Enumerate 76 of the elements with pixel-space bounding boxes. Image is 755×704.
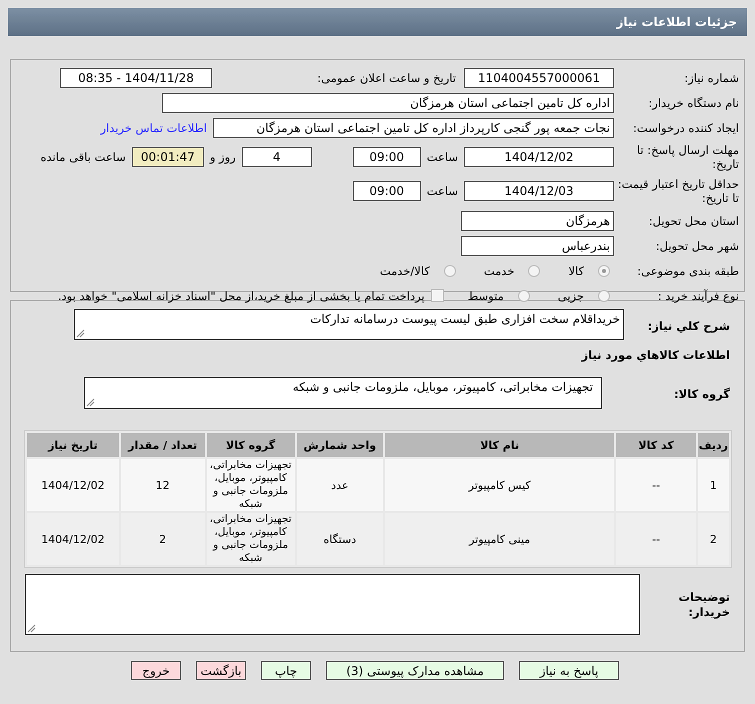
radio-option[interactable]: کالا/خدمت (380, 264, 460, 278)
field-label: طبقه بندی موضوعی: (636, 264, 740, 278)
input-field[interactable]: بندرعباس (461, 236, 614, 256)
table-cell: کیس کامپیوتر (384, 459, 614, 511)
table-cell: 1404/12/02 (27, 459, 119, 511)
radio-icon[interactable] (598, 290, 610, 302)
input-field[interactable]: 1104004557000061 (464, 68, 614, 88)
section-heading: اطلاعات کالاهاي مورد نياز (580, 347, 730, 364)
resize-grip-icon[interactable] (76, 329, 85, 338)
table-cell: مینی کامپیوتر (384, 513, 614, 565)
radio-option[interactable]: کالا (568, 264, 614, 278)
goods-group-textarea[interactable]: تجهیزات مخابراتی، کامپیوتر، موبایل، ملزومات جانبی و شبکه (84, 377, 602, 409)
radio-icon[interactable] (598, 264, 610, 276)
field-label: توضیحات خریدار: (678, 589, 730, 620)
resize-grip-icon[interactable] (27, 624, 36, 633)
table-cell: 1404/12/02 (27, 513, 119, 565)
input-field[interactable]: نجات جمعه پور گنجی کارپرداز اداره کل تامین اجتماعی استان هرمزگان (213, 118, 614, 138)
resize-grip-icon[interactable] (86, 398, 95, 407)
countdown-field: 00:01:47 (132, 147, 204, 167)
table-cell: دستگاه (296, 513, 383, 565)
field-label: شهر محل تحویل: (654, 238, 740, 252)
field-label: ساعت (426, 150, 459, 164)
field-label: روز و (208, 150, 237, 164)
field-label: حداقل تاریخ اعتبار قیمت: تا تاریخ: (616, 177, 740, 205)
table-cell: -- (616, 513, 696, 565)
page-title: جزئیات اطلاعات نیاز (616, 15, 737, 29)
field-label: تاریخ و ساعت اعلان عمومی: (316, 70, 457, 84)
column-header: ردیف (698, 433, 729, 457)
radio-option[interactable]: خدمت (484, 264, 544, 278)
action-button[interactable]: پاسخ به نیاز (519, 661, 619, 680)
table-cell: 12 (120, 459, 205, 511)
radio-icon[interactable] (444, 264, 456, 276)
action-button[interactable]: مشاهده مدارک پیوستی (3) (326, 661, 504, 680)
column-header: تاریخ نیاز (27, 433, 119, 457)
description-text: خریداقلام سخت افزاری طبق لیست پیوست درسامانه تدارکات (310, 312, 620, 326)
field-label: شرح کلي نياز: (646, 318, 730, 333)
field-label: ساعت باقی مانده (40, 150, 127, 164)
table-cell: 1 (698, 459, 729, 511)
column-header: واحد شمارش (296, 433, 383, 457)
date-field[interactable]: 1404/12/03 (464, 181, 614, 201)
table-cell: تجهیزات مخابراتی، کامپیوتر، موبایل، ملزومات جانبی و شبکه (206, 459, 295, 511)
column-header: گروه کالا (206, 433, 295, 457)
time-field[interactable]: 09:00 (352, 181, 421, 201)
table-cell: 2 (120, 513, 205, 565)
input-field[interactable]: هرمزگان (461, 210, 614, 230)
input-field[interactable]: اداره کل تامین اجتماعی استان هرمزگان (162, 92, 614, 112)
column-header: تعداد / مقدار (120, 433, 205, 457)
field-label: نام دستگاه خریدار: (647, 96, 740, 110)
action-button[interactable]: بازگشت (196, 661, 246, 680)
checkbox[interactable] (430, 289, 444, 302)
table-cell: -- (616, 459, 696, 511)
table-cell: عدد (296, 459, 383, 511)
field-label: استان محل تحویل: (648, 214, 740, 228)
days-field[interactable]: 4 (242, 147, 312, 167)
field-label: مهلت ارسال پاسخ: تا تاریخ: (636, 143, 740, 171)
table-cell: تجهیزات مخابراتی، کامپیوتر، موبایل، ملزومات جانبی و شبکه (206, 513, 295, 565)
field-label: ساعت (426, 184, 459, 198)
field-label: گروه کالا: (673, 386, 730, 401)
goods-group-text: تجهیزات مخابراتی، کامپیوتر، موبایل، ملزومات جانبی و شبکه (292, 380, 593, 394)
column-header: نام کالا (384, 433, 614, 457)
field-label: نوع فرآیند خرید : (656, 288, 740, 302)
description-textarea[interactable]: خریداقلام سخت افزاری طبق لیست پیوست درسامانه تدارکات (74, 309, 624, 340)
checkbox-label: پرداخت تمام یا بخشی از مبلغ خرید،از محل "اسناد خزانه اسلامی" خواهد بود. (58, 288, 425, 302)
field-label: شماره نیاز: (683, 70, 740, 84)
action-button[interactable]: خروج (131, 661, 181, 680)
radio-icon[interactable] (518, 290, 530, 302)
action-button[interactable]: چاپ (261, 661, 311, 680)
contact-link[interactable]: اطلاعات تماس خریدار (100, 120, 213, 134)
time-field[interactable]: 09:00 (352, 147, 421, 167)
input-field[interactable]: 1404/11/28 - 08:35 (60, 68, 212, 88)
column-header: کد کالا (616, 433, 696, 457)
date-field[interactable]: 1404/12/02 (464, 147, 614, 167)
table-cell: 2 (698, 513, 729, 565)
field-label: ایجاد کننده درخواست: (632, 120, 740, 134)
notes-textarea[interactable] (25, 574, 640, 635)
radio-icon[interactable] (528, 264, 540, 276)
